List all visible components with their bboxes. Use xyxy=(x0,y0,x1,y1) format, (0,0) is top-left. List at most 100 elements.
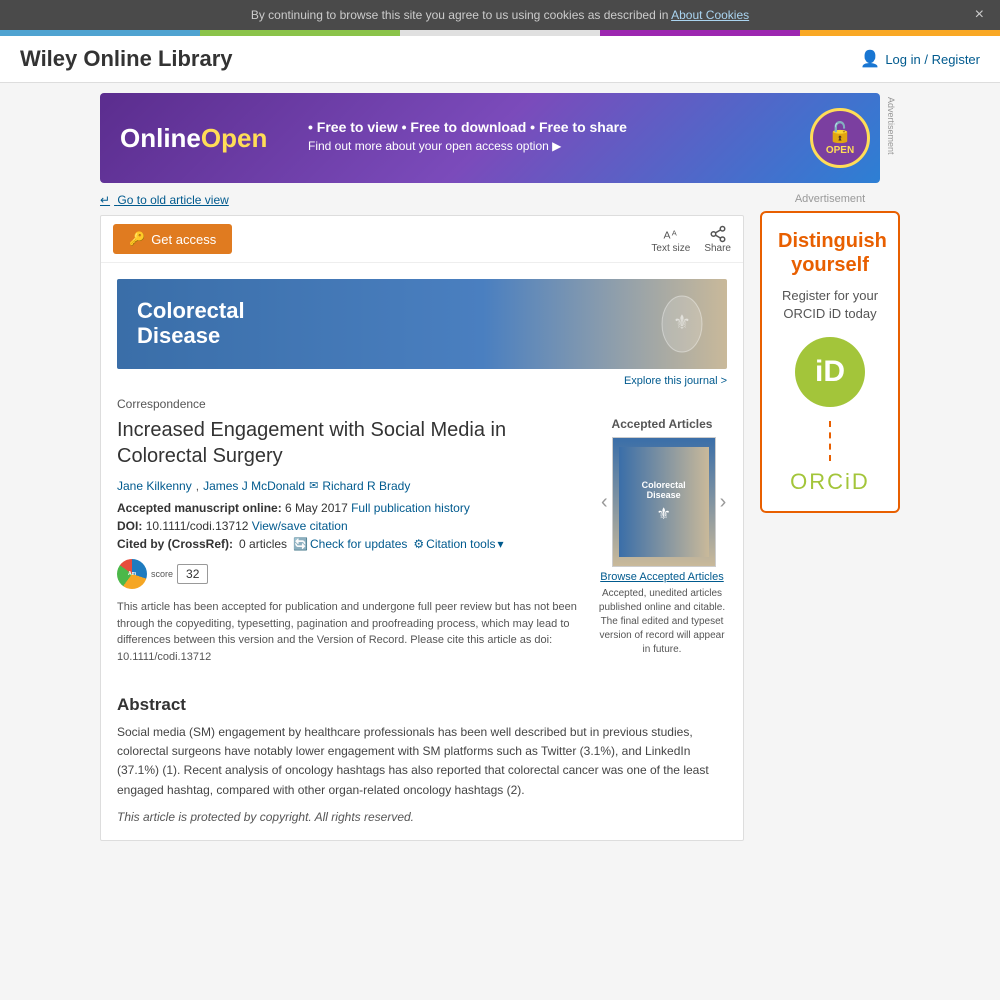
svg-text:A: A xyxy=(672,228,677,237)
altmetric-donut: Am xyxy=(117,559,147,589)
get-access-label: Get access xyxy=(151,232,216,247)
share-icon xyxy=(709,225,727,243)
correspondence-label: Correspondence xyxy=(117,397,727,411)
accepted-label: Accepted manuscript online: xyxy=(117,501,282,515)
altmetric-label: score xyxy=(151,569,173,579)
explore-journal-link[interactable]: Explore this journal > xyxy=(117,375,727,387)
ad-online-open-label: OnlineOpen xyxy=(120,123,280,154)
browse-accepted-link[interactable]: Browse Accepted Articles xyxy=(597,571,727,583)
article-layout: Increased Engagement with Social Media i… xyxy=(117,417,727,679)
content-area: ↵ Go to old article view 🔑 Get access A xyxy=(100,193,900,841)
open-access-circle: 🔓 OPEN xyxy=(810,108,870,168)
accepted-articles-label: Accepted Articles xyxy=(597,417,727,431)
abstract-title: Abstract xyxy=(117,695,727,715)
browse-label: Browse Accepted Articles xyxy=(600,571,724,583)
article-title: Increased Engagement with Social Media i… xyxy=(117,417,587,469)
next-arrow[interactable]: › xyxy=(716,491,731,514)
login-text: Log in / Register xyxy=(885,52,980,67)
cookie-text: By continuing to browse this site you ag… xyxy=(251,8,669,22)
ad-tagline: • Free to view • Free to download • Free… xyxy=(308,119,792,135)
article-card: 🔑 Get access A A Text size xyxy=(100,215,744,841)
toolbar-actions: A A Text size Share xyxy=(651,225,731,254)
cookie-close-button[interactable]: × xyxy=(975,6,984,24)
accepted-date: 6 May 2017 xyxy=(285,501,351,515)
old-article-arrow: ↵ xyxy=(100,193,110,207)
main-column: ↵ Go to old article view 🔑 Get access A xyxy=(100,193,744,841)
author-james[interactable]: James J McDonald xyxy=(203,479,305,493)
article-body: Colorectal Disease ⚜ Explore this journa… xyxy=(101,263,743,695)
article-main-info: Increased Engagement with Social Media i… xyxy=(117,417,587,679)
open-label: OPEN xyxy=(826,145,854,156)
prev-arrow[interactable]: ‹ xyxy=(597,491,612,514)
orcid-ad: Distinguish yourself Register for your O… xyxy=(760,211,900,513)
orcid-register-text: Register for your ORCID iD today xyxy=(778,287,882,323)
altmetric-badge: Am score 32 xyxy=(117,559,587,589)
text-size-label: Text size xyxy=(651,243,690,254)
about-cookies-link[interactable]: About Cookies xyxy=(671,8,749,22)
orcid-distinguish-text: Distinguish yourself xyxy=(778,229,882,277)
header: Wiley Online Library 👤 Log in / Register xyxy=(0,36,1000,83)
site-logo[interactable]: Wiley Online Library xyxy=(20,46,233,72)
ad-middle: • Free to view • Free to download • Free… xyxy=(300,111,800,165)
old-article-text: Go to old article view xyxy=(117,193,228,207)
altmetric-score-value: 32 xyxy=(177,564,208,584)
refresh-icon: 🔄 xyxy=(293,537,308,551)
journal-crest-icon: ⚜ xyxy=(657,294,707,354)
abstract-section: Abstract Social media (SM) engagement by… xyxy=(101,695,743,840)
citation-tools-text: Citation tools xyxy=(426,537,495,551)
toolbar: 🔑 Get access A A Text size xyxy=(101,216,743,263)
ad-brand: OnlineOpen xyxy=(100,113,300,164)
journal-thumbnail: Colorectal Disease ⚜ xyxy=(612,437,716,567)
protected-note: This article is protected by copyright. … xyxy=(117,810,727,824)
journal-thumb-nav: ‹ Colorectal Disease ⚜ xyxy=(597,437,727,567)
old-article-link[interactable]: ↵ Go to old article view xyxy=(100,193,744,207)
ad-cta: Find out more about your open access opt… xyxy=(308,139,792,153)
page-wrapper: OnlineOpen • Free to view • Free to down… xyxy=(0,83,1000,851)
orcid-connector-area xyxy=(778,421,882,461)
accepted-articles-panel: Accepted Articles ‹ Colorectal Disease xyxy=(597,417,727,679)
thumb-title-line2: Disease xyxy=(642,490,686,500)
orcid-logo: ORCiD xyxy=(778,469,882,495)
email-icon: ✉ xyxy=(309,479,318,493)
svg-text:⚜: ⚜ xyxy=(673,312,691,334)
thumb-crest: ⚜ xyxy=(642,504,686,524)
ad-banner[interactable]: OnlineOpen • Free to view • Free to down… xyxy=(100,93,880,183)
doi-label: DOI: xyxy=(117,519,142,533)
full-history-link[interactable]: Full publication history xyxy=(351,501,470,515)
user-icon: 👤 xyxy=(860,49,880,69)
author-richard[interactable]: Richard R Brady xyxy=(322,479,410,493)
ad-open-badge: 🔓 OPEN xyxy=(800,108,880,168)
cited-count: 0 articles xyxy=(239,537,287,551)
thumb-content: Colorectal Disease ⚜ xyxy=(613,441,715,563)
orcid-logo-letters: ORC xyxy=(790,469,845,494)
journal-title-line1: Colorectal xyxy=(137,299,245,323)
disclaimer-text: This article has been accepted for publi… xyxy=(117,599,587,665)
author-jane[interactable]: Jane Kilkenny xyxy=(117,479,192,493)
cited-label: Cited by (CrossRef): xyxy=(117,537,233,551)
check-updates-text: Check for updates xyxy=(310,537,407,551)
text-size-icon: A A xyxy=(662,225,680,243)
journal-banner: Colorectal Disease ⚜ xyxy=(117,279,727,369)
accepted-row: Accepted manuscript online: 6 May 2017 F… xyxy=(117,501,587,515)
orcid-connector xyxy=(829,421,831,461)
orcid-id-accent: iD xyxy=(845,469,870,494)
citation-tools-link[interactable]: ⚙ Citation tools ▾ xyxy=(413,537,503,551)
chevron-icon: ▾ xyxy=(498,537,504,551)
authors-list: Jane Kilkenny , James J McDonald ✉ Richa… xyxy=(117,479,587,493)
journal-title-block: Colorectal Disease xyxy=(137,299,245,349)
get-access-button[interactable]: 🔑 Get access xyxy=(113,224,232,254)
key-icon: 🔑 xyxy=(129,231,145,247)
login-register-link[interactable]: 👤 Log in / Register xyxy=(860,49,980,69)
doi-value: 10.1111/codi.13712 xyxy=(146,519,252,533)
gear-icon: ⚙ xyxy=(413,537,424,551)
journal-title-line2: Disease xyxy=(137,323,245,349)
text-size-button[interactable]: A A Text size xyxy=(651,225,690,254)
check-updates-link[interactable]: 🔄 Check for updates xyxy=(293,537,407,551)
side-ad-label: Advertisement xyxy=(760,193,900,205)
share-label: Share xyxy=(704,243,731,254)
cited-row: Cited by (CrossRef): 0 articles 🔄 Check … xyxy=(117,537,587,551)
share-button[interactable]: Share xyxy=(704,225,731,254)
view-save-citation-link[interactable]: View/save citation xyxy=(252,519,348,533)
doi-row: DOI: 10.1111/codi.13712 View/save citati… xyxy=(117,519,587,533)
svg-text:A: A xyxy=(663,229,670,241)
